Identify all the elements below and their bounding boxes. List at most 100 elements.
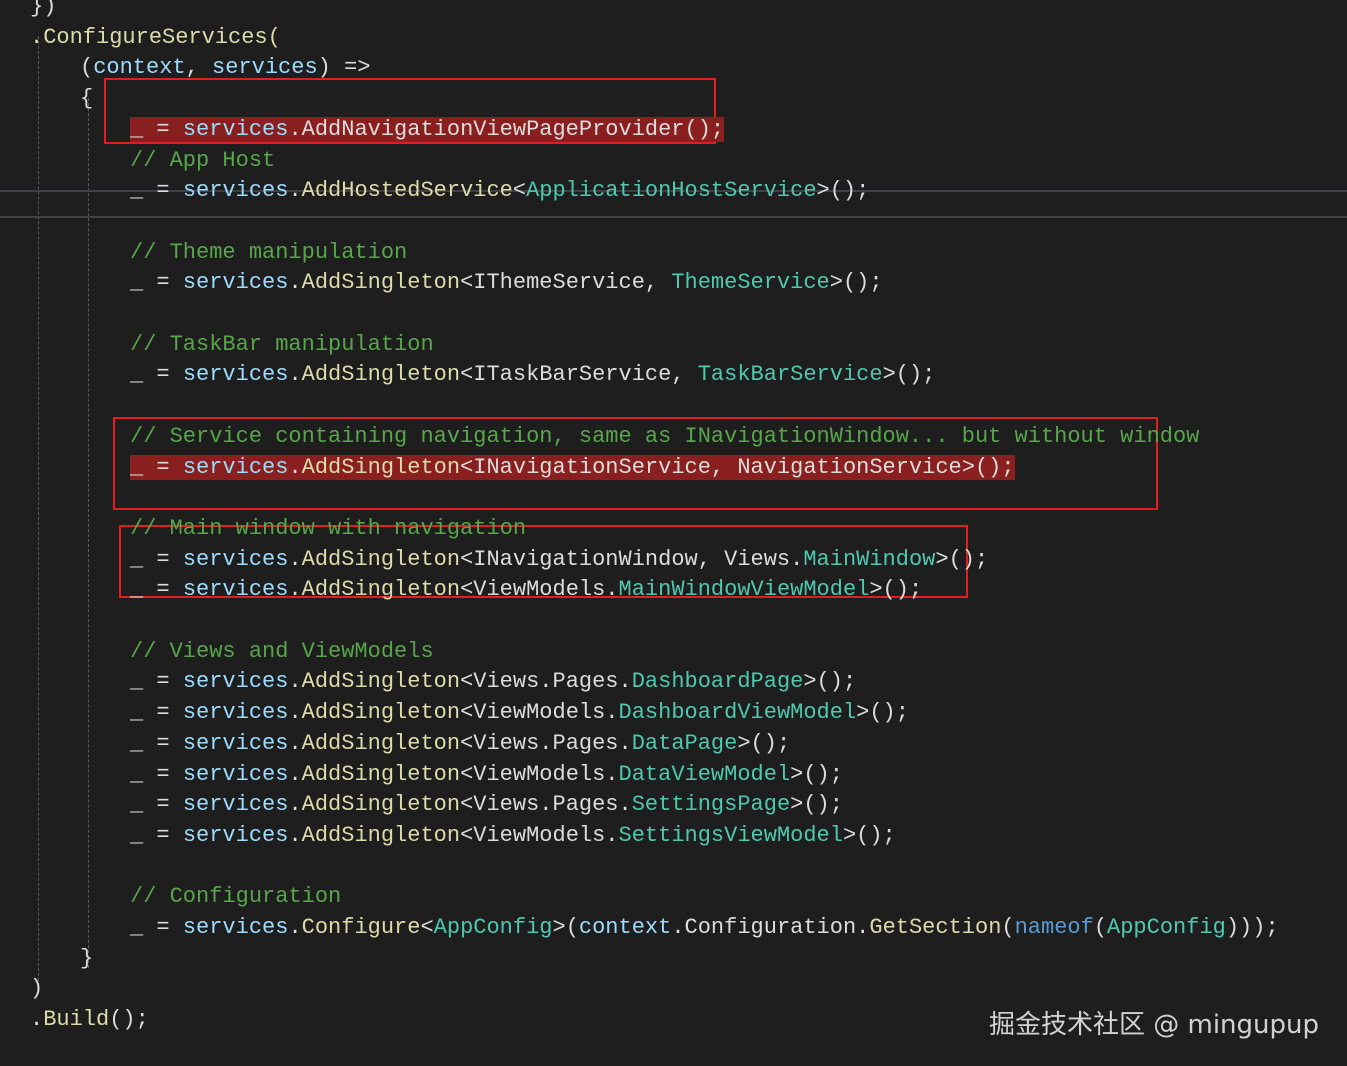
code-token: , [185, 55, 213, 81]
code-line[interactable]: _ = services.Configure<AppConfig>(contex… [130, 913, 1279, 943]
code-line[interactable]: _ = services.AddNavigationViewPageProvid… [130, 115, 725, 145]
code-token: . [288, 362, 302, 388]
code-token: // Theme manipulation [130, 239, 408, 265]
code-line-content: } [80, 946, 93, 971]
code-token: _ = [130, 178, 183, 204]
code-line[interactable]: ) [30, 974, 43, 1004]
code-token: _ = [130, 362, 183, 388]
code-token: context [93, 55, 186, 81]
code-token: AddSingleton [301, 822, 461, 848]
code-line[interactable]: // Main window with navigation [130, 514, 526, 544]
code-editor[interactable]: }) .ConfigureServices((context, services)… [0, 0, 1347, 1066]
code-line[interactable]: .ConfigureServices( [30, 23, 281, 53]
code-token: .ConfigureServices( [30, 24, 281, 50]
code-token: AddSingleton [301, 546, 461, 572]
code-token: AppConfig [1107, 915, 1226, 940]
code-token: >(); [856, 700, 909, 726]
code-line[interactable]: _ = services.AddSingleton<INavigationWin… [130, 545, 988, 575]
code-line[interactable]: _ = services.AddSingleton<INavigationSer… [130, 453, 1015, 483]
indent-guide [38, 36, 39, 986]
code-token: . [288, 761, 302, 787]
code-token: >(); [882, 362, 936, 388]
code-line[interactable]: _ = services.AddSingleton<Views.Pages.Da… [130, 729, 790, 759]
code-token: MainWindow [803, 546, 936, 572]
code-token: // Main window with navigation [130, 515, 527, 541]
code-token: _ = [130, 577, 183, 603]
code-line-content: _ = services.AddSingleton<IThemeService,… [130, 270, 883, 295]
code-token: _ = [130, 669, 183, 695]
code-token: . [288, 178, 302, 204]
code-token: <ITaskBarService, [460, 362, 698, 388]
code-token: AddSingleton [301, 577, 461, 603]
code-token: }) [30, 0, 57, 19]
code-line[interactable]: .Build(); [30, 1005, 149, 1035]
code-token: SettingsPage [631, 792, 791, 818]
code-token: . [288, 730, 302, 756]
code-token: services [182, 454, 289, 480]
code-line[interactable]: _ = services.AddHostedService<Applicatio… [130, 176, 869, 206]
code-token: <ViewModels. [460, 761, 619, 787]
code-line[interactable]: // Service containing navigation, same a… [130, 422, 1199, 452]
code-token: _ = [130, 761, 183, 787]
code-token: ThemeService [671, 270, 830, 296]
code-line[interactable]: _ = services.AddSingleton<ITaskBarServic… [130, 360, 935, 390]
code-line-content: _ = services.AddSingleton<ViewModels.Dat… [130, 762, 843, 787]
code-token: >(); [842, 822, 896, 848]
editor-split-line [0, 216, 1347, 218]
code-line[interactable]: // App Host [130, 146, 275, 176]
code-line-content: // Views and ViewModels [130, 639, 434, 664]
code-line[interactable]: // Theme manipulation [130, 238, 407, 268]
code-token: _ = [130, 546, 183, 572]
code-token: AddSingleton [301, 669, 461, 695]
code-token: services [182, 546, 289, 572]
code-token: AddSingleton [301, 454, 461, 480]
code-line[interactable]: _ = services.AddSingleton<ViewModels.Mai… [130, 575, 922, 605]
code-token: SettingsViewModel [618, 822, 843, 848]
code-line[interactable]: } [80, 944, 93, 974]
code-line[interactable]: }) [30, 0, 56, 22]
code-token: >(); [803, 669, 857, 695]
code-token: ) => [317, 55, 371, 81]
code-token: // Views and ViewModels [130, 638, 434, 664]
code-line[interactable]: _ = services.AddSingleton<IThemeService,… [130, 268, 883, 298]
code-token: . [288, 915, 302, 940]
code-token: ( [1093, 915, 1108, 940]
code-line[interactable]: _ = services.AddSingleton<ViewModels.Dat… [130, 760, 843, 790]
code-token: _ = [130, 454, 183, 480]
code-token: ( [1001, 915, 1015, 940]
code-token: >(); [829, 270, 883, 296]
code-token: Build [43, 1007, 110, 1033]
code-token: services [182, 761, 289, 787]
code-line-content: _ = services.AddNavigationViewPageProvid… [130, 116, 725, 142]
code-token: DataPage [631, 730, 738, 756]
code-token: AddHostedService [301, 178, 513, 204]
code-line[interactable]: { [80, 84, 93, 114]
code-token: < [420, 915, 434, 940]
code-line[interactable]: // TaskBar manipulation [130, 330, 434, 360]
code-line[interactable]: // Configuration [130, 882, 341, 912]
code-token: nameof [1014, 915, 1094, 940]
code-token: <Views.Pages. [460, 669, 632, 695]
code-token: ( [80, 55, 94, 81]
code-line[interactable]: // Views and ViewModels [130, 637, 434, 667]
code-line-content: // App Host [130, 148, 275, 173]
code-line-content: // TaskBar manipulation [130, 332, 434, 357]
code-token: services [182, 116, 289, 142]
code-line[interactable]: _ = services.AddSingleton<Views.Pages.Da… [130, 667, 856, 697]
code-token: >(); [935, 546, 989, 572]
indent-guide [88, 98, 89, 968]
code-token: AddSingleton [301, 270, 461, 296]
code-token: AddSingleton [301, 761, 461, 787]
code-token: services [182, 270, 289, 296]
code-token: services [182, 822, 289, 848]
code-line[interactable]: _ = services.AddSingleton<ViewModels.Das… [130, 698, 909, 728]
code-token: . [288, 270, 302, 296]
code-token: // TaskBar manipulation [130, 331, 434, 357]
code-line[interactable]: _ = services.AddSingleton<ViewModels.Set… [130, 821, 896, 851]
code-line[interactable]: _ = services.AddSingleton<Views.Pages.Se… [130, 790, 843, 820]
code-token: AppConfig [433, 915, 553, 940]
code-token: >(); [737, 730, 791, 756]
code-token: ApplicationHostService [526, 178, 817, 204]
code-line-content: _ = services.AddSingleton<Views.Pages.Se… [130, 792, 843, 817]
code-line[interactable]: (context, services) => [80, 53, 370, 83]
